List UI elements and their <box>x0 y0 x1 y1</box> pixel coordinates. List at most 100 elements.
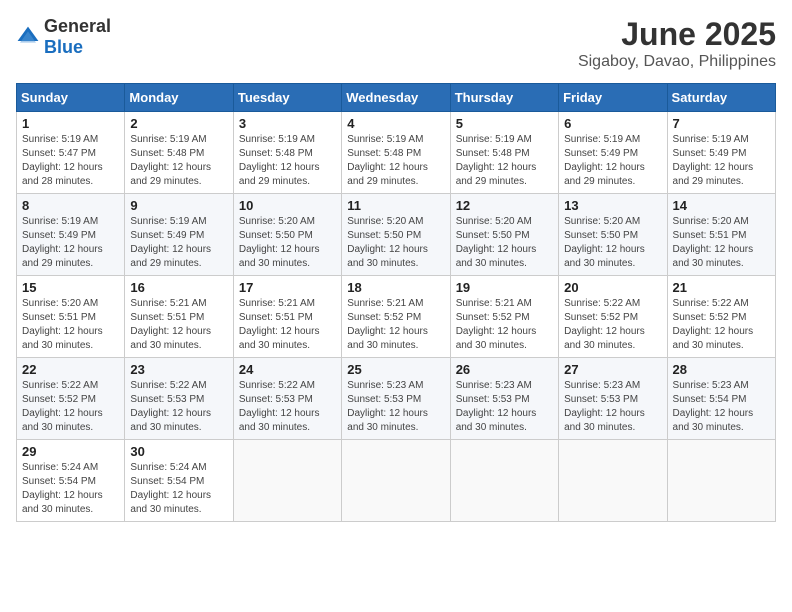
day-number: 13 <box>564 198 661 213</box>
day-number: 11 <box>347 198 444 213</box>
day-number: 9 <box>130 198 227 213</box>
day-number: 29 <box>22 444 119 459</box>
empty-cell <box>559 440 667 522</box>
calendar-day-cell: 7 Sunrise: 5:19 AMSunset: 5:49 PMDayligh… <box>667 112 775 194</box>
day-info: Sunrise: 5:19 AMSunset: 5:49 PMDaylight:… <box>22 216 103 269</box>
calendar-day-cell: 3 Sunrise: 5:19 AMSunset: 5:48 PMDayligh… <box>233 112 341 194</box>
calendar-day-cell: 10 Sunrise: 5:20 AMSunset: 5:50 PMDaylig… <box>233 194 341 276</box>
calendar-day-cell: 4 Sunrise: 5:19 AMSunset: 5:48 PMDayligh… <box>342 112 450 194</box>
day-info: Sunrise: 5:20 AMSunset: 5:50 PMDaylight:… <box>239 216 320 269</box>
calendar-week-row: 15 Sunrise: 5:20 AMSunset: 5:51 PMDaylig… <box>17 276 776 358</box>
calendar-day-cell: 16 Sunrise: 5:21 AMSunset: 5:51 PMDaylig… <box>125 276 233 358</box>
empty-cell <box>450 440 558 522</box>
day-info: Sunrise: 5:20 AMSunset: 5:50 PMDaylight:… <box>564 216 645 269</box>
day-number: 7 <box>673 116 770 131</box>
header-sunday: Sunday <box>17 84 125 112</box>
day-info: Sunrise: 5:19 AMSunset: 5:49 PMDaylight:… <box>673 134 754 187</box>
day-info: Sunrise: 5:19 AMSunset: 5:47 PMDaylight:… <box>22 134 103 187</box>
calendar-day-cell: 22 Sunrise: 5:22 AMSunset: 5:52 PMDaylig… <box>17 358 125 440</box>
logo-blue: Blue <box>44 37 83 57</box>
calendar-week-row: 1 Sunrise: 5:19 AMSunset: 5:47 PMDayligh… <box>17 112 776 194</box>
day-info: Sunrise: 5:20 AMSunset: 5:50 PMDaylight:… <box>347 216 428 269</box>
calendar-week-row: 22 Sunrise: 5:22 AMSunset: 5:52 PMDaylig… <box>17 358 776 440</box>
day-info: Sunrise: 5:21 AMSunset: 5:52 PMDaylight:… <box>456 298 537 351</box>
calendar-week-row: 8 Sunrise: 5:19 AMSunset: 5:49 PMDayligh… <box>17 194 776 276</box>
day-number: 2 <box>130 116 227 131</box>
day-info: Sunrise: 5:19 AMSunset: 5:48 PMDaylight:… <box>347 134 428 187</box>
calendar-day-cell: 1 Sunrise: 5:19 AMSunset: 5:47 PMDayligh… <box>17 112 125 194</box>
header-thursday: Thursday <box>450 84 558 112</box>
day-info: Sunrise: 5:19 AMSunset: 5:49 PMDaylight:… <box>130 216 211 269</box>
header-tuesday: Tuesday <box>233 84 341 112</box>
day-number: 12 <box>456 198 553 213</box>
logo-general: General <box>44 16 111 36</box>
day-number: 21 <box>673 280 770 295</box>
calendar-table: SundayMondayTuesdayWednesdayThursdayFrid… <box>16 83 776 522</box>
day-number: 25 <box>347 362 444 377</box>
calendar-day-cell: 13 Sunrise: 5:20 AMSunset: 5:50 PMDaylig… <box>559 194 667 276</box>
location-subtitle: Sigaboy, Davao, Philippines <box>578 53 776 71</box>
day-info: Sunrise: 5:21 AMSunset: 5:51 PMDaylight:… <box>130 298 211 351</box>
calendar-day-cell: 25 Sunrise: 5:23 AMSunset: 5:53 PMDaylig… <box>342 358 450 440</box>
calendar-day-cell: 8 Sunrise: 5:19 AMSunset: 5:49 PMDayligh… <box>17 194 125 276</box>
calendar-day-cell: 14 Sunrise: 5:20 AMSunset: 5:51 PMDaylig… <box>667 194 775 276</box>
day-info: Sunrise: 5:22 AMSunset: 5:53 PMDaylight:… <box>239 380 320 433</box>
day-info: Sunrise: 5:19 AMSunset: 5:48 PMDaylight:… <box>456 134 537 187</box>
calendar-day-cell: 6 Sunrise: 5:19 AMSunset: 5:49 PMDayligh… <box>559 112 667 194</box>
day-number: 28 <box>673 362 770 377</box>
day-number: 8 <box>22 198 119 213</box>
day-info: Sunrise: 5:19 AMSunset: 5:48 PMDaylight:… <box>239 134 320 187</box>
day-info: Sunrise: 5:22 AMSunset: 5:52 PMDaylight:… <box>673 298 754 351</box>
day-info: Sunrise: 5:19 AMSunset: 5:48 PMDaylight:… <box>130 134 211 187</box>
calendar-day-cell: 30 Sunrise: 5:24 AMSunset: 5:54 PMDaylig… <box>125 440 233 522</box>
calendar-day-cell: 2 Sunrise: 5:19 AMSunset: 5:48 PMDayligh… <box>125 112 233 194</box>
day-info: Sunrise: 5:23 AMSunset: 5:53 PMDaylight:… <box>347 380 428 433</box>
day-info: Sunrise: 5:22 AMSunset: 5:53 PMDaylight:… <box>130 380 211 433</box>
header-wednesday: Wednesday <box>342 84 450 112</box>
day-number: 22 <box>22 362 119 377</box>
calendar-day-cell: 26 Sunrise: 5:23 AMSunset: 5:53 PMDaylig… <box>450 358 558 440</box>
day-info: Sunrise: 5:24 AMSunset: 5:54 PMDaylight:… <box>130 462 211 515</box>
calendar-day-cell: 21 Sunrise: 5:22 AMSunset: 5:52 PMDaylig… <box>667 276 775 358</box>
day-info: Sunrise: 5:19 AMSunset: 5:49 PMDaylight:… <box>564 134 645 187</box>
calendar-day-cell: 18 Sunrise: 5:21 AMSunset: 5:52 PMDaylig… <box>342 276 450 358</box>
day-number: 17 <box>239 280 336 295</box>
day-number: 30 <box>130 444 227 459</box>
day-number: 10 <box>239 198 336 213</box>
day-number: 6 <box>564 116 661 131</box>
title-area: June 2025 Sigaboy, Davao, Philippines <box>578 16 776 71</box>
day-info: Sunrise: 5:21 AMSunset: 5:51 PMDaylight:… <box>239 298 320 351</box>
logo-text: General Blue <box>44 16 111 58</box>
day-number: 4 <box>347 116 444 131</box>
header-monday: Monday <box>125 84 233 112</box>
day-info: Sunrise: 5:20 AMSunset: 5:51 PMDaylight:… <box>673 216 754 269</box>
day-number: 24 <box>239 362 336 377</box>
header-saturday: Saturday <box>667 84 775 112</box>
empty-cell <box>342 440 450 522</box>
calendar-day-cell: 19 Sunrise: 5:21 AMSunset: 5:52 PMDaylig… <box>450 276 558 358</box>
calendar-day-cell: 28 Sunrise: 5:23 AMSunset: 5:54 PMDaylig… <box>667 358 775 440</box>
day-number: 3 <box>239 116 336 131</box>
day-number: 15 <box>22 280 119 295</box>
logo: General Blue <box>16 16 111 58</box>
calendar-day-cell: 17 Sunrise: 5:21 AMSunset: 5:51 PMDaylig… <box>233 276 341 358</box>
calendar-day-cell: 24 Sunrise: 5:22 AMSunset: 5:53 PMDaylig… <box>233 358 341 440</box>
day-info: Sunrise: 5:21 AMSunset: 5:52 PMDaylight:… <box>347 298 428 351</box>
calendar-day-cell: 20 Sunrise: 5:22 AMSunset: 5:52 PMDaylig… <box>559 276 667 358</box>
calendar-day-cell: 5 Sunrise: 5:19 AMSunset: 5:48 PMDayligh… <box>450 112 558 194</box>
calendar-day-cell: 27 Sunrise: 5:23 AMSunset: 5:53 PMDaylig… <box>559 358 667 440</box>
calendar-header-row: SundayMondayTuesdayWednesdayThursdayFrid… <box>17 84 776 112</box>
empty-cell <box>667 440 775 522</box>
day-number: 16 <box>130 280 227 295</box>
day-number: 20 <box>564 280 661 295</box>
day-info: Sunrise: 5:23 AMSunset: 5:53 PMDaylight:… <box>456 380 537 433</box>
calendar-day-cell: 11 Sunrise: 5:20 AMSunset: 5:50 PMDaylig… <box>342 194 450 276</box>
day-number: 26 <box>456 362 553 377</box>
calendar-day-cell: 15 Sunrise: 5:20 AMSunset: 5:51 PMDaylig… <box>17 276 125 358</box>
calendar-day-cell: 29 Sunrise: 5:24 AMSunset: 5:54 PMDaylig… <box>17 440 125 522</box>
day-info: Sunrise: 5:22 AMSunset: 5:52 PMDaylight:… <box>564 298 645 351</box>
calendar-day-cell: 12 Sunrise: 5:20 AMSunset: 5:50 PMDaylig… <box>450 194 558 276</box>
day-number: 18 <box>347 280 444 295</box>
logo-icon <box>16 25 40 49</box>
day-number: 5 <box>456 116 553 131</box>
